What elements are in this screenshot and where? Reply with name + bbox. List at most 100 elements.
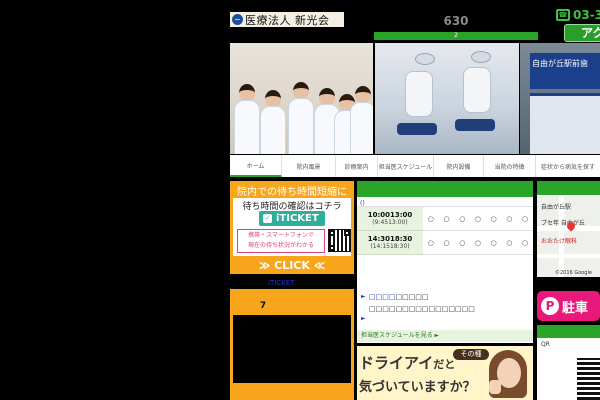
schedule-mark: ○ <box>474 214 481 223</box>
schedule-mark: ○ <box>443 238 450 247</box>
news-subtext: □□□□□□□□□□□□□□□□ <box>369 305 475 313</box>
store-sign-text: 自由が丘駅前歯 <box>532 59 588 68</box>
map-panel[interactable]: 自由が丘駅 プセ年 自由が丘 おおたけ眼科 ©2016 Google <box>537 181 600 277</box>
wait-title: 院内での待ち時間短縮に <box>237 187 347 198</box>
main-nav: ホーム 院内風景 診療案内 担当医スケジュール 院内設備 当院の特徴 症状から病… <box>230 155 600 177</box>
staff-figure <box>288 82 314 154</box>
dental-chair <box>405 71 433 117</box>
staff-figure <box>260 90 286 154</box>
map-label: プセ年 自由が丘 <box>541 220 585 227</box>
qr-label: QR <box>541 341 550 348</box>
time-sub: (9:4513:00) <box>372 219 408 226</box>
counter-bar: 2 <box>374 32 538 40</box>
chair-seat <box>397 123 437 135</box>
store-window <box>530 93 600 154</box>
nav-item-symptoms[interactable]: 症状から病気を探す <box>536 155 600 177</box>
ad-tag: その種 <box>453 349 489 360</box>
qr-code-icon <box>328 229 351 252</box>
staff-figure <box>350 86 373 154</box>
qr-panel: QR <box>537 325 600 400</box>
time-sub: (14:1518:30) <box>370 243 410 250</box>
schedule-mark: ○ <box>427 214 434 223</box>
page: ~ 医療法人 新光会 630 2 ☎ 03-3 アク 自由が丘駅前歯 ホーム 院… <box>0 0 600 400</box>
ad-title: ドライアイだと <box>359 352 455 373</box>
qr-header <box>537 325 600 338</box>
schedule-mark: ○ <box>474 238 481 247</box>
ad-illustration <box>485 350 529 400</box>
clinic-building-photo: 自由が丘駅前歯 <box>520 43 600 154</box>
schedule-panel: () 10:0013:00 (9:4513:00) ○ ○ ○ ○ ○ ○ ○ … <box>357 181 533 343</box>
schedule-mark: ○ <box>506 214 513 223</box>
info-number: 7 <box>259 301 267 311</box>
map[interactable]: 自由が丘駅 プセ年 自由が丘 おおたけ眼科 ©2016 Google <box>537 196 600 277</box>
bullet-icon: ► <box>361 315 366 322</box>
time-cell: 14:3018:30 (14:1518:30) <box>357 231 423 255</box>
mobile-note-line1: 携帯・スマートフォンで <box>248 232 314 239</box>
nav-item-equipment[interactable]: 院内設備 <box>434 155 484 177</box>
mobile-note: 携帯・スマートフォンで 現在の待ち状況がわかる <box>237 229 325 253</box>
iticket-logo: ✓ iTICKET <box>259 211 325 226</box>
time-cell: 10:0013:00 (9:4513:00) <box>357 207 423 231</box>
schedule-mark: ○ <box>490 238 497 247</box>
info-box: 7 <box>230 289 354 400</box>
lamp-shape <box>415 53 435 65</box>
nav-item-schedule[interactable]: 担当医スケジュール <box>378 155 434 177</box>
schedule-row: ○ ○ ○ ○ ○ ○ ○ <box>423 207 533 231</box>
schedule-mark: ○ <box>522 214 529 223</box>
dry-eye-ad[interactable]: ドライアイだと 気づいていますか？ その種 <box>357 346 533 400</box>
nav-item-features[interactable]: 当院の特徴 <box>484 155 536 177</box>
nav-item-interior[interactable]: 院内風景 <box>282 155 336 177</box>
visit-counter: 630 <box>443 14 469 28</box>
nav-item-home[interactable]: ホーム <box>230 155 282 177</box>
news-item-highlight: □□□□ <box>369 293 396 301</box>
lamp-shape <box>471 51 491 63</box>
schedule-mark: ○ <box>459 214 466 223</box>
map-clinic-label: おおたけ眼科 <box>541 238 578 245</box>
treatment-room-photo <box>375 43 519 154</box>
clinic-logo[interactable]: ~ 医療法人 新光会 <box>230 12 344 27</box>
schedule-more-link[interactable]: 担当医スケジュールを見る ► <box>357 330 533 342</box>
clinic-name: 医療法人 新光会 <box>245 13 330 27</box>
dental-chair <box>463 67 491 113</box>
schedule-label-row: () <box>357 197 533 207</box>
schedule-mark: ○ <box>443 214 450 223</box>
schedule-mark: ○ <box>427 238 434 247</box>
nav-item-guide[interactable]: 診療案内 <box>336 155 378 177</box>
wait-inner: 待ち時間の確認はコチラ ✓ iTICKET 携帯・スマートフォンで 現在の待ち状… <box>233 198 351 256</box>
chair-seat <box>455 119 495 131</box>
map-station-label: 自由が丘駅 <box>541 204 572 211</box>
info-content-area <box>233 315 351 383</box>
news-item[interactable]: □□□□□□□□□ <box>369 293 429 301</box>
time-main: 10:0013:00 <box>367 211 413 219</box>
access-button[interactable]: アク <box>564 24 600 42</box>
phone-text: 03-3 <box>573 8 600 22</box>
phone-number[interactable]: ☎ 03-3 <box>556 8 600 22</box>
ad-title-small: だと <box>433 358 456 371</box>
ad-title-main: ドライアイ <box>359 354 434 372</box>
phone-icon: ☎ <box>556 9 570 21</box>
wait-time-banner[interactable]: 院内での待ち時間短縮に 待ち時間の確認はコチラ ✓ iTICKET 携帯・スマー… <box>230 181 354 274</box>
schedule-header <box>357 181 533 197</box>
map-header <box>537 181 600 195</box>
staff-photo <box>230 43 373 154</box>
click-button[interactable]: ≫ CLICK ≪ <box>230 258 354 274</box>
bullet-icon: ► <box>361 293 366 300</box>
map-copyright: ©2016 Google <box>555 270 592 276</box>
schedule-mark: ○ <box>522 238 529 247</box>
news-item-text: □□□□□ <box>395 293 429 301</box>
parking-icon: P <box>541 297 559 315</box>
logo-mark-icon: ~ <box>232 14 243 25</box>
iticket-link[interactable]: iTICKET <box>268 279 294 287</box>
schedule-grid: 10:0013:00 (9:4513:00) ○ ○ ○ ○ ○ ○ ○ 14:… <box>357 207 533 255</box>
schedule-mark: ○ <box>459 238 466 247</box>
ad-subtitle: 気づいていますか？ <box>359 380 476 395</box>
schedule-mark: ○ <box>490 214 497 223</box>
schedule-row: ○ ○ ○ ○ ○ ○ ○ <box>423 231 533 255</box>
time-main: 14:3018:30 <box>367 235 413 243</box>
parking-button[interactable]: P 駐車 <box>537 291 600 321</box>
iticket-text: iTICKET <box>276 213 319 224</box>
parking-label: 駐車 <box>562 301 589 316</box>
schedule-label: () <box>360 200 365 207</box>
qr-code-icon <box>577 358 600 400</box>
ticket-icon: ✓ <box>263 214 272 223</box>
